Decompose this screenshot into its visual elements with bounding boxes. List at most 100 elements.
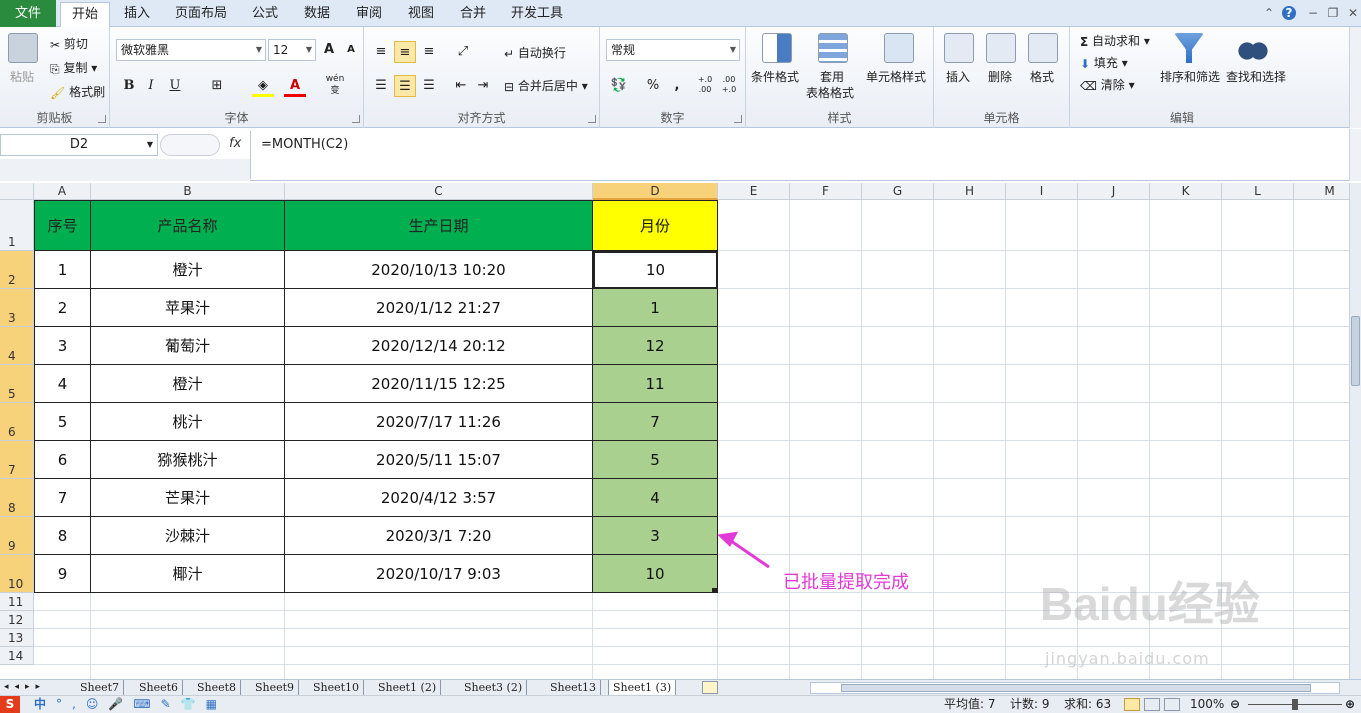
sheet-tab[interactable]: Sheet7	[76, 680, 125, 696]
sheet-tab[interactable]: Sheet8	[193, 680, 242, 696]
format-painter-button[interactable]: 🖌 格式刷	[50, 84, 105, 101]
insert-function-icon[interactable]: fx	[229, 136, 241, 151]
sheet-tab[interactable]: Sheet10	[309, 680, 365, 696]
insert-cells-icon[interactable]	[944, 33, 974, 63]
table-cell[interactable]: 9	[34, 555, 91, 593]
formula-controls[interactable]	[160, 134, 220, 156]
column-header-d[interactable]: D	[593, 183, 718, 200]
column-header-e[interactable]: E	[718, 183, 790, 200]
horizontal-scroll-thumb[interactable]	[841, 684, 1311, 692]
format-cells-icon[interactable]	[1028, 33, 1058, 63]
table-cell[interactable]: 沙棘汁	[91, 517, 285, 555]
table-cell[interactable]: 猕猴桃汁	[91, 441, 285, 479]
table-cell[interactable]: 2020/5/11 15:07	[285, 441, 593, 479]
align-top-button[interactable]: ≡	[370, 41, 392, 63]
table-header-cell[interactable]: 生产日期	[285, 200, 593, 251]
ime-toolbar-icons[interactable]: °,☺🎤⌨✎👕▦	[56, 696, 227, 713]
orientation-button[interactable]: ⤢	[452, 41, 474, 63]
table-cell[interactable]: 橙汁	[91, 251, 285, 289]
delete-cells-button[interactable]: 删除	[988, 69, 1012, 85]
paste-button[interactable]: 粘贴	[10, 69, 34, 85]
sogou-ime-icon[interactable]: S	[0, 696, 20, 713]
name-box[interactable]: D2 ▼	[0, 134, 158, 156]
table-format-button-1[interactable]: 套用	[820, 69, 844, 85]
column-header-c[interactable]: C	[285, 183, 593, 200]
row-header-12[interactable]: 12	[0, 611, 34, 629]
new-sheet-icon[interactable]	[702, 681, 718, 694]
decrease-decimal-button[interactable]: .00 +.0	[718, 75, 740, 97]
autosum-button[interactable]: Σ 自动求和 ▾	[1080, 33, 1150, 50]
tab-developer[interactable]: 开发工具	[504, 2, 570, 27]
font-size-select[interactable]: 12 ▼	[268, 39, 316, 61]
restore-window-icon[interactable]: ❐	[1326, 6, 1340, 20]
grow-font-button[interactable]: A	[318, 39, 340, 61]
bold-button[interactable]: B	[118, 75, 140, 97]
align-bottom-button[interactable]: ≡	[418, 41, 440, 63]
fill-handle[interactable]	[712, 588, 717, 593]
conditional-format-button[interactable]: 条件格式	[751, 69, 799, 85]
row-header-4[interactable]: 4	[0, 327, 34, 365]
shrink-font-button[interactable]: A	[340, 39, 362, 61]
column-header-l[interactable]: L	[1222, 183, 1294, 200]
paste-icon[interactable]	[8, 33, 38, 63]
format-cells-button[interactable]: 格式	[1030, 69, 1054, 85]
zoom-in-icon[interactable]: ⊕	[1345, 696, 1355, 713]
fill-color-button[interactable]: ◈	[252, 75, 274, 97]
align-center-button[interactable]: ☰	[394, 75, 416, 97]
zoom-out-icon[interactable]: ⊖	[1230, 696, 1240, 713]
table-cell[interactable]: 2020/10/17 9:03	[285, 555, 593, 593]
vertical-scrollbar[interactable]	[1349, 183, 1361, 679]
table-cell[interactable]: 3	[34, 327, 91, 365]
column-header-i[interactable]: I	[1006, 183, 1078, 200]
tab-data[interactable]: 数据	[296, 2, 338, 27]
sheet-tab[interactable]: Sheet13	[546, 680, 602, 696]
table-cell[interactable]: 2020/1/12 21:27	[285, 289, 593, 327]
italic-button[interactable]: I	[140, 75, 162, 97]
table-cell[interactable]: 1	[34, 251, 91, 289]
minimize-ribbon-icon[interactable]: ⌃	[1262, 6, 1276, 20]
page-layout-view-icon[interactable]	[1144, 698, 1160, 711]
font-name-select[interactable]: 微软雅黑 ▼	[116, 39, 266, 61]
comma-button[interactable]: ,	[666, 75, 688, 97]
table-cell[interactable]: 2020/11/15 12:25	[285, 365, 593, 403]
tab-merge[interactable]: 合并	[452, 2, 494, 27]
close-window-icon[interactable]: ✕	[1346, 6, 1360, 20]
month-cell[interactable]: 3	[593, 517, 718, 555]
column-header-a[interactable]: A	[34, 183, 91, 200]
ime-language[interactable]: 中	[34, 696, 46, 713]
table-cell[interactable]: 7	[34, 479, 91, 517]
ribbon-scroll[interactable]	[1349, 27, 1361, 128]
delete-cells-icon[interactable]	[986, 33, 1016, 63]
row-header-3[interactable]: 3	[0, 289, 34, 327]
table-cell[interactable]: 2020/3/1 7:20	[285, 517, 593, 555]
merge-center-button[interactable]: ⊟ 合并后居中 ▾	[504, 78, 588, 95]
tab-formulas[interactable]: 公式	[244, 2, 286, 27]
column-header-h[interactable]: H	[934, 183, 1006, 200]
table-cell[interactable]: 椰汁	[91, 555, 285, 593]
increase-decimal-button[interactable]: +.0 .00	[694, 75, 716, 97]
decrease-indent-button[interactable]: ⇤	[450, 75, 472, 97]
column-header-b[interactable]: B	[91, 183, 285, 200]
select-all-corner[interactable]	[0, 183, 34, 200]
vertical-scroll-thumb[interactable]	[1351, 316, 1360, 386]
fill-button[interactable]: ⬇ 填充 ▾	[1080, 55, 1128, 72]
align-middle-button[interactable]: ≡	[394, 41, 416, 63]
table-cell[interactable]: 芒果汁	[91, 479, 285, 517]
formula-input[interactable]: =MONTH(C2)	[250, 131, 1348, 179]
clear-button[interactable]: ⌫ 清除 ▾	[1080, 77, 1135, 94]
cut-button[interactable]: ✂ 剪切	[50, 36, 88, 53]
tab-page-layout[interactable]: 页面布局	[168, 2, 234, 27]
font-color-button[interactable]: A	[284, 75, 306, 97]
table-header-cell[interactable]: 月份	[593, 200, 718, 251]
cell-styles-button[interactable]: 单元格样式	[866, 69, 926, 85]
conditional-format-icon[interactable]	[762, 33, 792, 63]
sheet-tab[interactable]: Sheet6	[135, 680, 184, 696]
column-header-k[interactable]: K	[1150, 183, 1222, 200]
normal-view-icon[interactable]	[1124, 698, 1140, 711]
table-cell[interactable]: 橙汁	[91, 365, 285, 403]
month-cell[interactable]: 11	[593, 365, 718, 403]
month-cell[interactable]: 5	[593, 441, 718, 479]
table-format-button-2[interactable]: 表格格式	[806, 85, 854, 101]
tab-review[interactable]: 审阅	[348, 2, 390, 27]
month-cell[interactable]: 7	[593, 403, 718, 441]
